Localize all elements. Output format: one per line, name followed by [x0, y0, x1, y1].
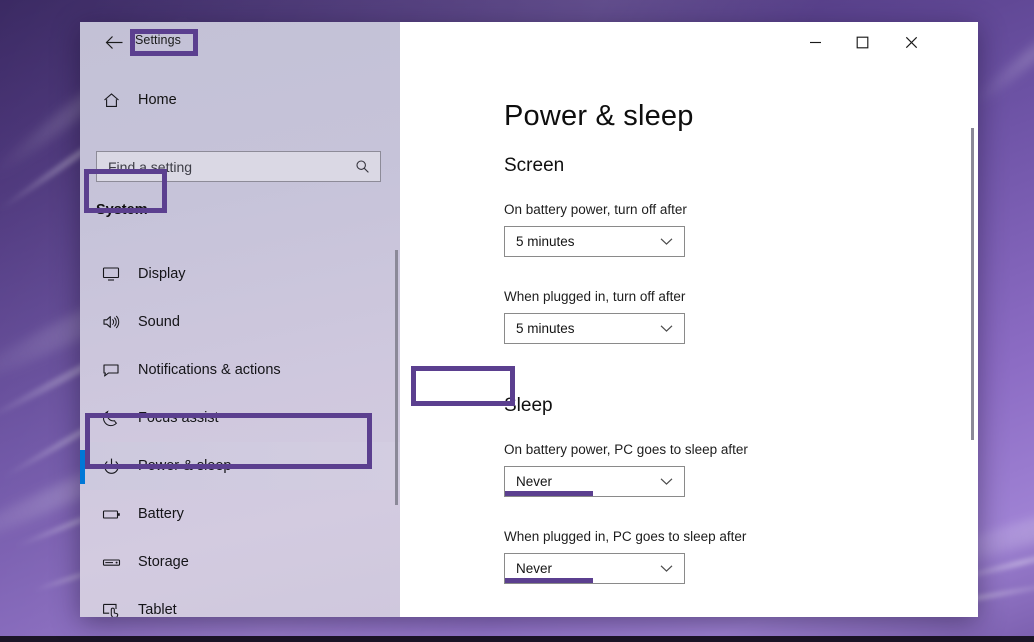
- home-icon: [96, 92, 126, 109]
- monitor-icon: [96, 265, 126, 283]
- chevron-down-icon: [660, 324, 673, 333]
- page-title: Power & sleep: [504, 100, 694, 132]
- section-heading-sleep: Sleep: [504, 395, 553, 416]
- sidebar-item-display[interactable]: Display: [80, 250, 400, 298]
- sidebar-item-label: Focus assist: [138, 410, 219, 426]
- storage-icon: [96, 553, 126, 572]
- sidebar-item-label: Sound: [138, 314, 180, 330]
- dropdown-value: Never: [516, 561, 553, 576]
- sidebar-item-home[interactable]: Home: [80, 80, 400, 120]
- label-sleep-plugged-in: When plugged in, PC goes to sleep after: [504, 529, 747, 544]
- moon-icon: [96, 409, 126, 427]
- sidebar-item-battery[interactable]: Battery: [80, 490, 400, 538]
- app-title: Settings: [135, 33, 181, 47]
- back-button[interactable]: [92, 22, 136, 62]
- sidebar-item-sound[interactable]: Sound: [80, 298, 400, 346]
- sidebar-item-power-and-sleep[interactable]: Power & sleep: [80, 442, 400, 490]
- sidebar-item-label: Power & sleep: [138, 458, 232, 474]
- close-button[interactable]: [888, 22, 934, 62]
- sidebar-item-focus-assist[interactable]: Focus assist: [80, 394, 400, 442]
- chevron-down-icon: [660, 477, 673, 486]
- section-heading-screen: Screen: [504, 155, 565, 176]
- maximize-button[interactable]: [839, 22, 885, 62]
- dropdown-value: Never: [516, 474, 553, 489]
- sidebar-item-label: Notifications & actions: [138, 362, 281, 378]
- label-sleep-on-battery: On battery power, PC goes to sleep after: [504, 442, 748, 457]
- sidebar-item-label: Display: [138, 266, 186, 282]
- sidebar-item-label: Battery: [138, 506, 184, 522]
- selected-item-accent-bar: [80, 450, 85, 484]
- search-input[interactable]: Find a setting: [96, 151, 381, 182]
- sidebar-category-system: System: [96, 202, 148, 218]
- dropdown-screen-on-battery[interactable]: 5 minutes: [504, 226, 685, 257]
- speaker-icon: [96, 313, 126, 331]
- settings-window: Home Find a setting System Display Sound…: [80, 22, 978, 617]
- sidebar-item-label: Storage: [138, 554, 189, 570]
- dropdown-value: 5 minutes: [516, 321, 575, 336]
- content-pane: Power & sleep Screen On battery power, t…: [400, 22, 978, 617]
- taskbar-strip: [0, 636, 1034, 642]
- chevron-down-icon: [660, 237, 673, 246]
- sidebar-item-storage[interactable]: Storage: [80, 538, 400, 586]
- highlight-underline-sleep-on-battery: [505, 491, 593, 496]
- sidebar-item-tablet[interactable]: Tablet: [80, 586, 400, 617]
- label-screen-on-battery: On battery power, turn off after: [504, 202, 687, 217]
- dropdown-value: 5 minutes: [516, 234, 575, 249]
- notification-icon: [96, 361, 126, 379]
- tablet-icon: [96, 601, 126, 617]
- content-scrollbar[interactable]: [971, 128, 974, 440]
- highlight-underline-sleep-plugged-in: [505, 578, 593, 583]
- minimize-button[interactable]: [792, 22, 838, 62]
- battery-icon: [96, 505, 126, 524]
- title-bar: Settings: [80, 22, 978, 62]
- search-input-text: Find a setting: [108, 158, 193, 175]
- power-icon: [96, 457, 126, 476]
- dropdown-screen-plugged-in[interactable]: 5 minutes: [504, 313, 685, 344]
- sidebar: Home Find a setting System Display Sound…: [80, 22, 400, 617]
- sidebar-scrollbar[interactable]: [395, 250, 398, 505]
- search-icon: [355, 159, 370, 174]
- sidebar-item-label: Tablet: [138, 602, 177, 617]
- chevron-down-icon: [660, 564, 673, 573]
- sidebar-item-notifications[interactable]: Notifications & actions: [80, 346, 400, 394]
- sidebar-home-label: Home: [138, 92, 177, 108]
- label-screen-plugged-in: When plugged in, turn off after: [504, 289, 686, 304]
